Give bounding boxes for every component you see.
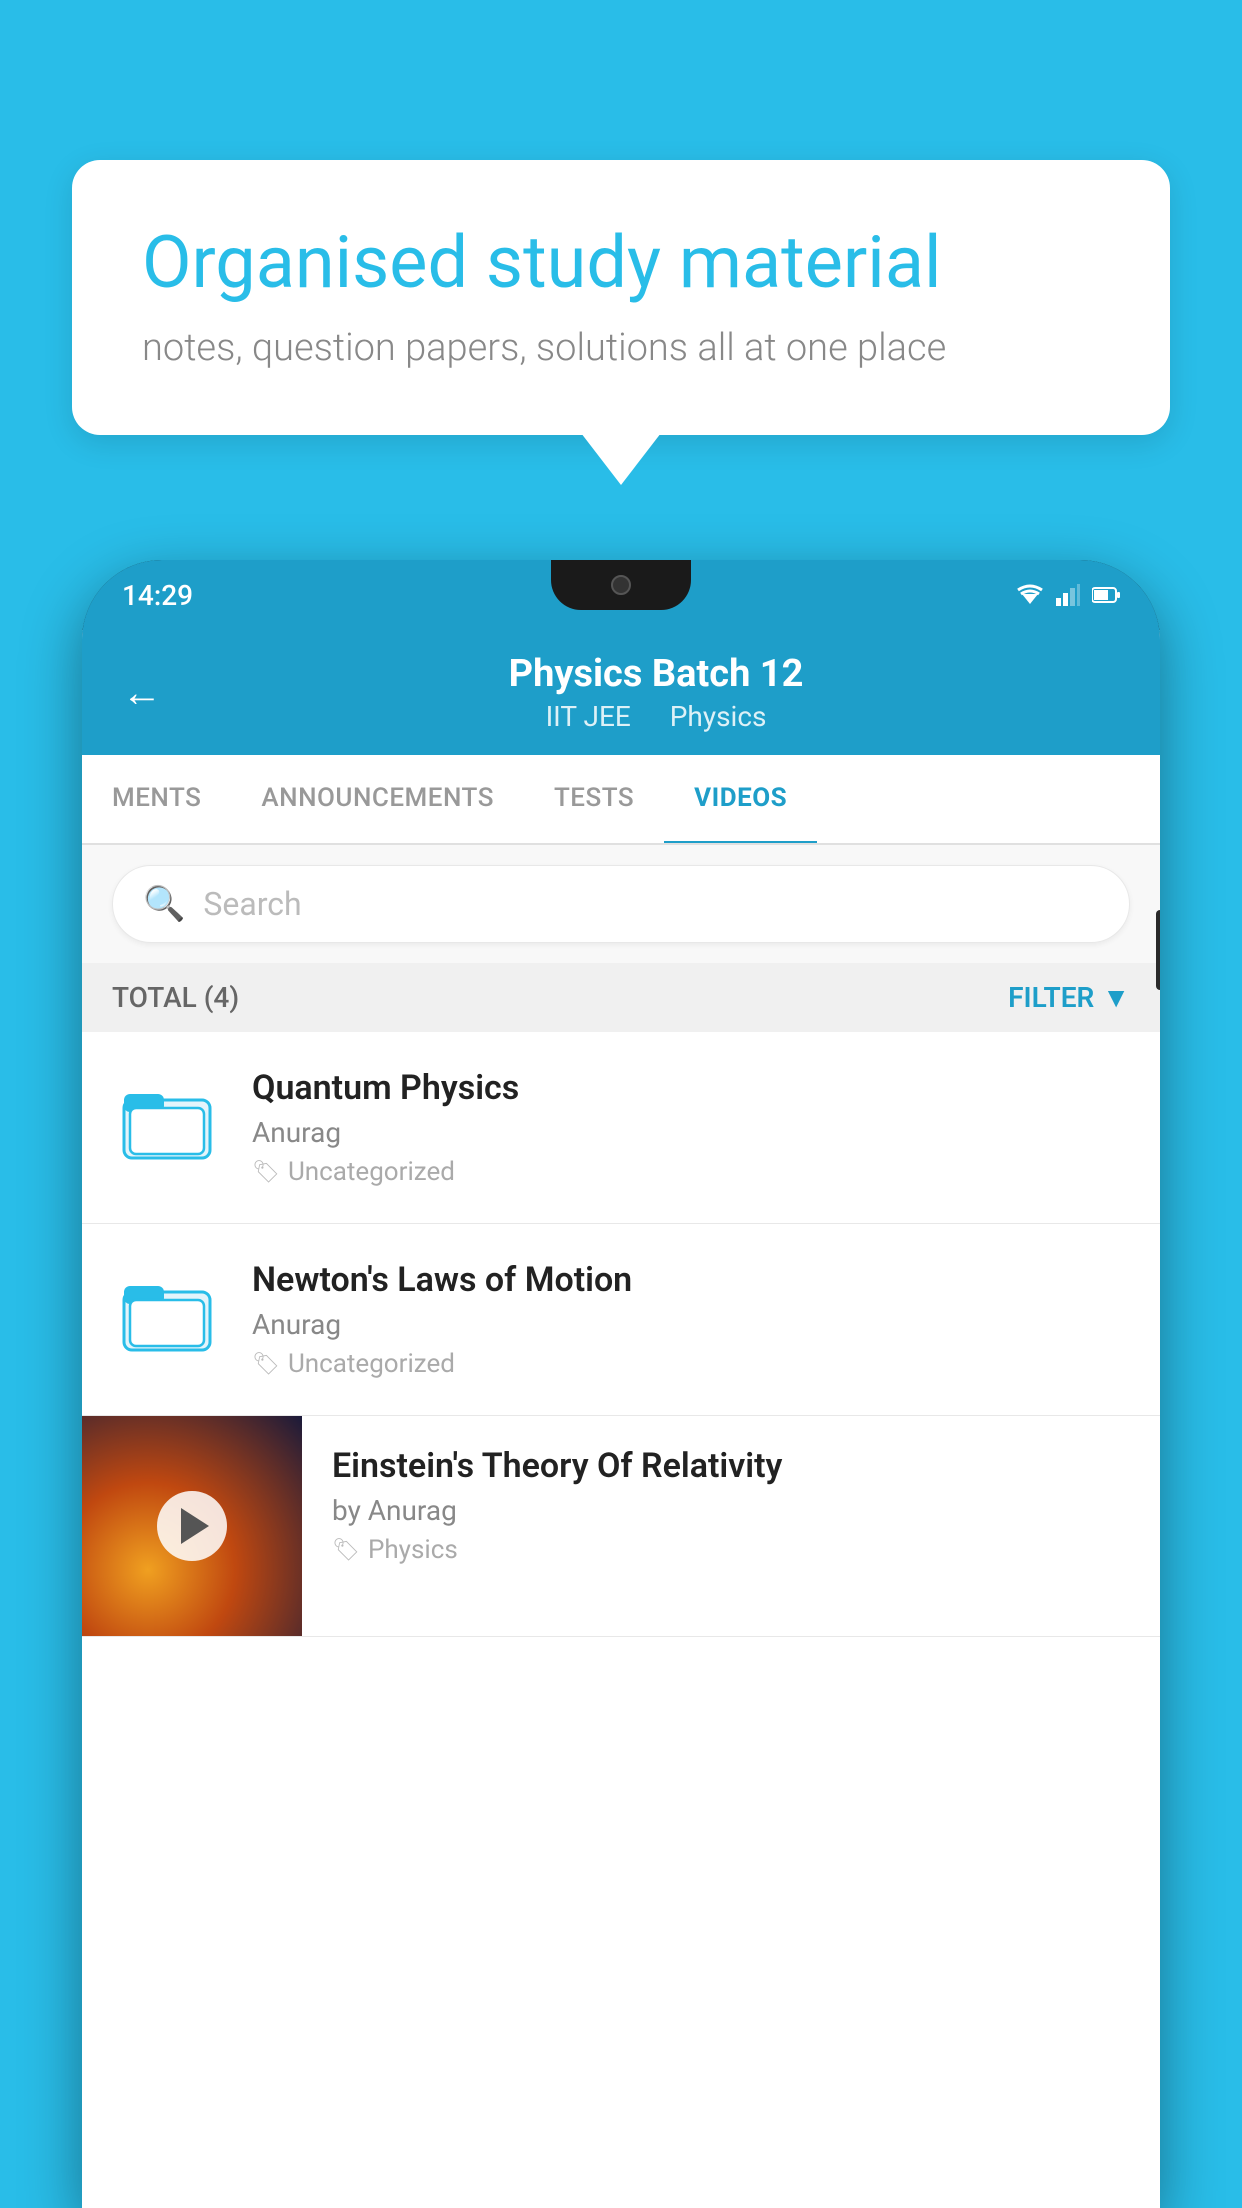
- video-thumbnail-3: [82, 1416, 302, 1636]
- tag-label-2: Uncategorized: [288, 1349, 455, 1379]
- list-item[interactable]: Einstein's Theory Of Relativity by Anura…: [82, 1416, 1160, 1637]
- camera: [611, 575, 631, 595]
- wifi-icon: [1016, 584, 1044, 606]
- subtitle-physics: Physics: [670, 700, 767, 733]
- tag-label-3: Physics: [368, 1535, 458, 1565]
- filter-button[interactable]: FILTER ▼: [1008, 981, 1130, 1014]
- video-info-2: Newton's Laws of Motion Anurag 🏷 Uncateg…: [252, 1260, 1130, 1379]
- video-tag-2: 🏷 Uncategorized: [252, 1349, 1130, 1379]
- tag-icon-3: 🏷: [332, 1538, 360, 1563]
- video-list: Quantum Physics Anurag 🏷 Uncategorized: [82, 1032, 1160, 1637]
- video-title-1: Quantum Physics: [252, 1068, 1130, 1108]
- video-author-2: Anurag: [252, 1308, 1130, 1341]
- search-placeholder: Search: [203, 885, 301, 923]
- filter-row: TOTAL (4) FILTER ▼: [82, 963, 1160, 1032]
- status-time: 14:29: [122, 579, 193, 612]
- tab-ments[interactable]: MENTS: [82, 755, 231, 845]
- play-button-3[interactable]: [157, 1491, 227, 1561]
- tab-tests[interactable]: TESTS: [524, 755, 664, 845]
- search-icon: 🔍: [143, 884, 185, 924]
- bubble-subtitle: notes, question papers, solutions all at…: [142, 326, 1100, 370]
- status-icons: [1016, 584, 1120, 606]
- battery-icon: [1092, 586, 1120, 604]
- video-author-3: by Anurag: [332, 1494, 1130, 1527]
- tag-icon-2: 🏷: [252, 1352, 280, 1377]
- tabs-bar: MENTS ANNOUNCEMENTS TESTS VIDEOS: [82, 755, 1160, 845]
- folder-icon-1: [122, 1078, 212, 1168]
- header-title: Physics Batch 12: [192, 652, 1120, 696]
- total-label: TOTAL (4): [112, 981, 239, 1014]
- tag-label-1: Uncategorized: [288, 1157, 455, 1187]
- video-author-1: Anurag: [252, 1116, 1130, 1149]
- video-thumbnail-2: [112, 1260, 222, 1370]
- app-header: ← Physics Batch 12 IIT JEE Physics: [82, 630, 1160, 755]
- search-input-wrap[interactable]: 🔍 Search: [112, 865, 1130, 943]
- list-item[interactable]: Quantum Physics Anurag 🏷 Uncategorized: [82, 1032, 1160, 1224]
- play-triangle-icon: [181, 1508, 209, 1544]
- filter-label: FILTER: [1008, 981, 1094, 1014]
- subtitle-iitjee: IIT JEE: [546, 700, 631, 733]
- tab-announcements[interactable]: ANNOUNCEMENTS: [231, 755, 524, 845]
- video-thumbnail-1: [112, 1068, 222, 1178]
- volume-button: [1156, 910, 1160, 990]
- video-info-3: Einstein's Theory Of Relativity by Anura…: [302, 1416, 1160, 1595]
- screen: ← Physics Batch 12 IIT JEE Physics MENTS…: [82, 630, 1160, 2208]
- video-tag-1: 🏷 Uncategorized: [252, 1157, 1130, 1187]
- tag-icon-1: 🏷: [252, 1160, 280, 1185]
- signal-icon: [1056, 584, 1080, 606]
- video-info-1: Quantum Physics Anurag 🏷 Uncategorized: [252, 1068, 1130, 1187]
- video-title-3: Einstein's Theory Of Relativity: [332, 1446, 1130, 1486]
- folder-icon-2: [122, 1270, 212, 1360]
- speech-bubble: Organised study material notes, question…: [72, 160, 1170, 435]
- tab-videos[interactable]: VIDEOS: [664, 755, 817, 845]
- header-subtitle: IIT JEE Physics: [192, 700, 1120, 733]
- status-bar: 14:29: [82, 560, 1160, 630]
- video-title-2: Newton's Laws of Motion: [252, 1260, 1130, 1300]
- bubble-title: Organised study material: [142, 220, 1100, 306]
- filter-icon: ▼: [1102, 981, 1130, 1014]
- search-bar-container: 🔍 Search: [82, 845, 1160, 963]
- phone-frame: 14:29: [82, 560, 1160, 2208]
- back-button[interactable]: ←: [122, 673, 162, 713]
- header-center: Physics Batch 12 IIT JEE Physics: [192, 652, 1120, 733]
- list-item[interactable]: Newton's Laws of Motion Anurag 🏷 Uncateg…: [82, 1224, 1160, 1416]
- notch: [551, 560, 691, 610]
- video-tag-3: 🏷 Physics: [332, 1535, 1130, 1565]
